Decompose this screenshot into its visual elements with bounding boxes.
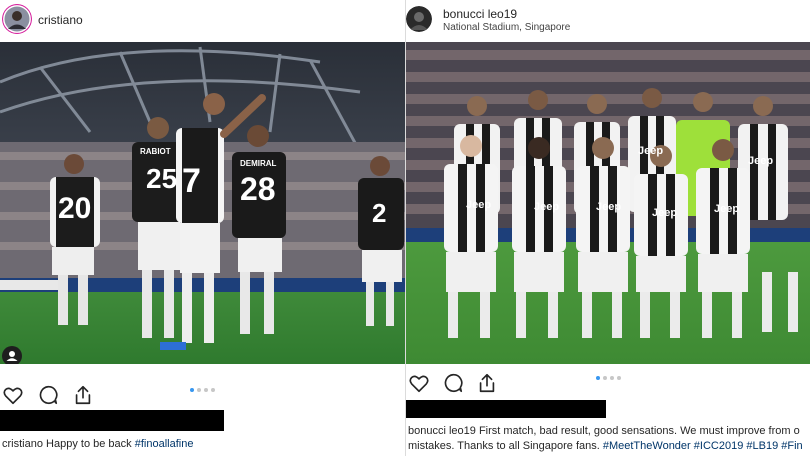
jersey-sponsor: Jeep [638, 145, 663, 157]
carousel-dot [610, 376, 614, 380]
jersey-number: 25 [146, 163, 177, 194]
post-photo[interactable]: Jeep Jeep Jeep Jeep Jeep Jeep Jeep [406, 42, 810, 364]
location-label[interactable]: National Stadium, Singapore [443, 22, 570, 33]
jersey-name: RABIOT [140, 147, 171, 156]
caption-text: Happy to be back [46, 438, 132, 450]
jersey-sponsor: Jeep [652, 207, 677, 219]
username[interactable]: cristiano [38, 13, 83, 27]
carousel-dot [197, 388, 201, 392]
jersey-sponsor: Jeep [534, 201, 559, 213]
jersey-number: 28 [240, 171, 276, 207]
post-bonucci: bonucci leo19 National Stadium, Singapor… [405, 0, 810, 456]
hashtag-link[interactable]: #MeetTheWonder [603, 440, 691, 452]
caption-line-2: mistakes. Thanks to all Singapore fans. … [408, 439, 803, 454]
jersey-number: 2 [372, 198, 386, 228]
post-header: bonucci leo19 National Stadium, Singapor… [406, 0, 810, 42]
caption: cristiano Happy to be back #finoallafine [2, 437, 193, 452]
post-photo[interactable]: 20 25 7 28 2 RABIOT DEMIRAL [0, 42, 405, 364]
carousel-indicator [0, 388, 405, 392]
redaction-bar [406, 400, 606, 418]
username[interactable]: bonucci leo19 [443, 7, 517, 21]
caption-username[interactable]: cristiano [2, 438, 43, 450]
profile-tag-icon[interactable] [2, 346, 22, 364]
caption-text: First match, bad result, good sensations… [478, 425, 800, 437]
jersey-sponsor: Jeep [466, 199, 491, 211]
carousel-dot [617, 376, 621, 380]
jersey-name: DEMIRAL [240, 159, 277, 168]
post-cristiano: cristiano 20 25 7 28 2 RABIOT DEMIRAL cr… [0, 0, 405, 456]
jersey-number: 20 [58, 192, 91, 225]
caption-username[interactable]: bonucci leo19 [408, 425, 476, 437]
carousel-dot [204, 388, 208, 392]
jersey-sponsor: Jeep [748, 155, 773, 167]
caption: bonucci leo19 First match, bad result, g… [408, 424, 800, 439]
jersey-sponsor: Jeep [596, 201, 621, 213]
jersey-number: 7 [182, 162, 201, 200]
caption-text: mistakes. Thanks to all Singapore fans. [408, 440, 600, 452]
carousel-dot [211, 388, 215, 392]
hashtag-link[interactable]: #ICC2019 [694, 440, 744, 452]
carousel-dot [596, 376, 600, 380]
hashtag-link[interactable]: #LB19 [746, 440, 778, 452]
hashtag-link[interactable]: #finoallafine [135, 438, 194, 450]
jersey-sponsor: Jeep [714, 203, 739, 215]
carousel-dot [190, 388, 194, 392]
avatar[interactable] [2, 4, 32, 34]
carousel-indicator [406, 376, 810, 380]
carousel-dot [603, 376, 607, 380]
hashtag-link[interactable]: #Fin [781, 440, 802, 452]
post-header: cristiano [0, 0, 405, 42]
redaction-bar [0, 410, 224, 431]
avatar[interactable] [406, 6, 432, 32]
